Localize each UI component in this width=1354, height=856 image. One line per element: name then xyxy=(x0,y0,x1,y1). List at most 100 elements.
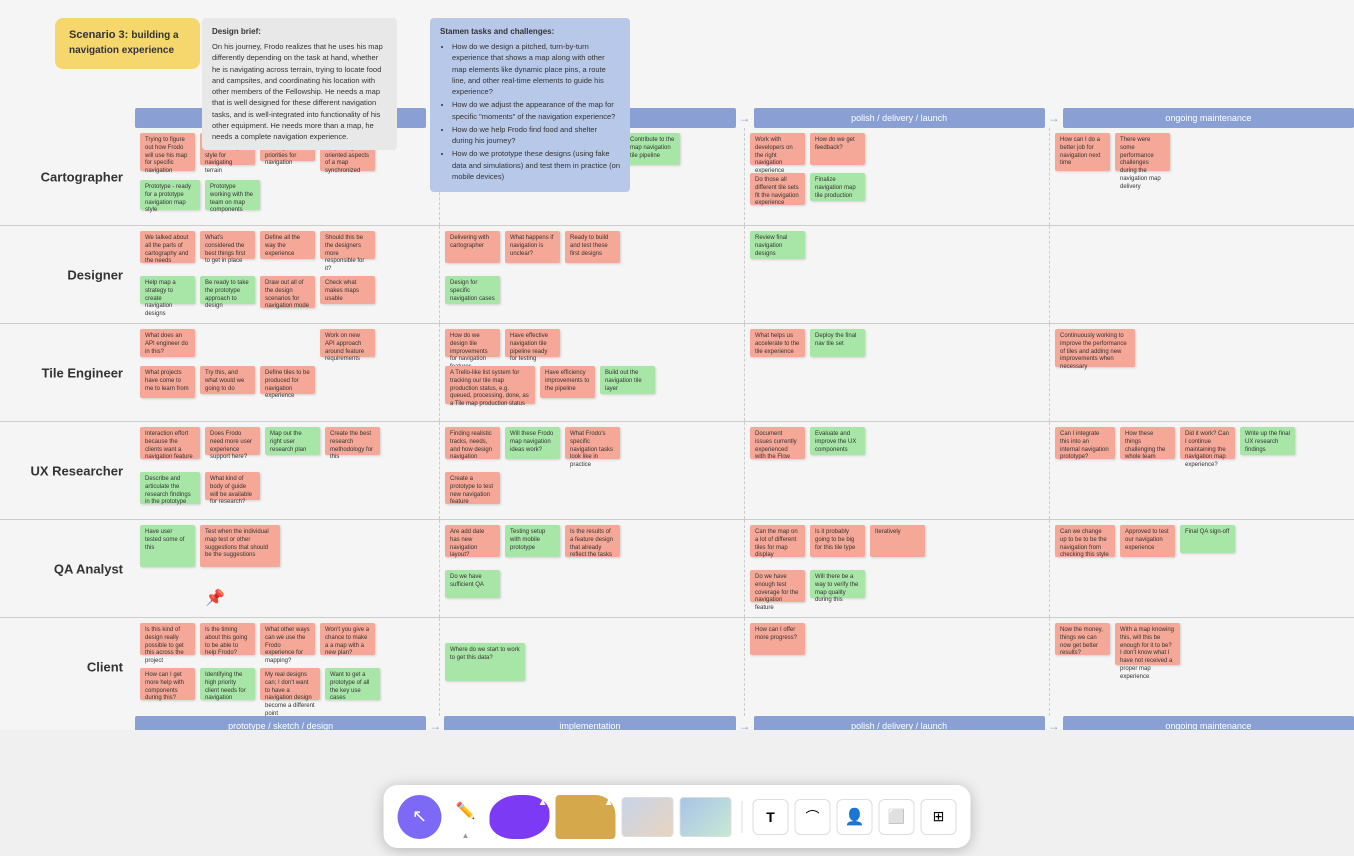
row-content-qa-analyst: Have user tested some of this Test when … xyxy=(135,520,1354,617)
sticky-note: Prototype - ready for a prototype naviga… xyxy=(140,180,200,210)
phase-col-tile-1: What does an API engineer do in this? Wh… xyxy=(135,324,440,421)
row-label-qa-analyst: QA Analyst xyxy=(0,561,135,576)
frame-icon: ⬜ xyxy=(888,808,905,825)
phase-col-ux-1: Interaction effort because the clients w… xyxy=(135,422,440,519)
sticky-note: Is it probably going to be big for this … xyxy=(810,525,865,557)
rows-area: Cartographer Trying to figure out how Fr… xyxy=(0,128,1354,622)
sticky-note: Continuously working to improve the perf… xyxy=(1055,329,1135,367)
phase-col-cartographer-4: How can I do a better job for navigation… xyxy=(1050,128,1354,225)
pen-icon: ✏️ xyxy=(456,801,476,821)
sticky-note: What other ways can we use the Frodo exp… xyxy=(260,623,315,655)
phase-col-tile-2: How do we design tile improvements for n… xyxy=(440,324,745,421)
row-label-client: Client xyxy=(0,660,135,675)
toolbar-divider xyxy=(742,801,743,833)
sticky-note: Delivering with cartographer xyxy=(445,231,500,263)
text-icon: T xyxy=(766,809,775,825)
phase-header-bottom-4: ongoing maintenance xyxy=(1063,716,1354,730)
sticky-note: How do we design tile improvements for n… xyxy=(445,329,500,357)
thumb-map-1[interactable] xyxy=(622,797,674,837)
path-tool-button[interactable]: ⌒ xyxy=(795,799,831,835)
task-item: How do we help Frodo find food and shelt… xyxy=(452,124,620,147)
text-tool-button[interactable]: T xyxy=(753,799,789,835)
phase-col-client-1: Is this kind of design really possible t… xyxy=(135,618,440,716)
sticky-note: Can we change up to be to be the navigat… xyxy=(1055,525,1115,557)
sticky-note: Interaction effort because the clients w… xyxy=(140,427,200,459)
sticky-note: Won't you give a chance to make a a map … xyxy=(320,623,375,655)
sticky-note: Will these Frodo map navigation ideas wo… xyxy=(505,427,560,459)
phase-col-tile-3: What helps us accelerate to the tile exp… xyxy=(745,324,1050,421)
pen-tool-button[interactable]: ✏️ xyxy=(448,793,484,829)
stamen-tasks-list: How do we design a pitched, turn-by-turn… xyxy=(440,41,620,182)
pen-tool-section: ✏️ ▲ xyxy=(448,793,484,840)
sticky-note: Build out the navigation tile layer xyxy=(600,366,655,394)
sticky-note: What's considered the best things first … xyxy=(200,231,255,259)
sticky-note: A Trello-like list system for tracking o… xyxy=(445,366,535,404)
sticky-note: Document issues currently experienced wi… xyxy=(750,427,805,459)
sticky-note: Will there be a way to verify the map qu… xyxy=(810,570,865,598)
sticky-note: Approved to test our navigation experien… xyxy=(1120,525,1175,557)
sticky-note: Can the map on a lot of different tiles … xyxy=(750,525,805,557)
phase-header-4: ongoing maintenance xyxy=(1063,108,1354,128)
table-icon: ⊞ xyxy=(933,808,945,825)
blob-arrow: ▲ xyxy=(538,797,548,808)
sticky-note: Where do we start to work to get this da… xyxy=(445,643,525,681)
sticky-note: Help map a strategy to create navigation… xyxy=(140,276,195,304)
table-tool-button[interactable]: ⊞ xyxy=(921,799,957,835)
phase-headers-bottom: prototype / sketch / design → implementa… xyxy=(135,716,1354,730)
sticky-note: Want to get a prototype of all the key u… xyxy=(325,668,380,700)
sticky-note: What kind of body of guide will be avail… xyxy=(205,472,260,500)
sticky-note: What helps us accelerate to the tile exp… xyxy=(750,329,805,357)
phase-col-ux-2: Finding realistic tracks, needs, and how… xyxy=(440,422,745,519)
sticky-note: Define all the way the experience xyxy=(260,231,315,259)
row-label-ux-researcher: UX Researcher xyxy=(0,463,135,478)
sticky-note: Is the results of a feature design that … xyxy=(565,525,620,557)
sticky-note: Draw out all of the design scenarios for… xyxy=(260,276,315,308)
row-content-client: Is this kind of design really possible t… xyxy=(135,618,1354,716)
phase-col-qa-3: Can the map on a lot of different tiles … xyxy=(745,520,1050,617)
path-icon: ⌒ xyxy=(806,807,820,827)
sticky-note: How these things challenging the whole t… xyxy=(1120,427,1175,459)
phase-header-bottom-3: polish / delivery / launch xyxy=(754,716,1045,730)
sticky-note: Work on new API approach around feature … xyxy=(320,329,375,357)
sticky-note: Is this kind of design really possible t… xyxy=(140,623,195,655)
sticky-note: Finalize navigation map tile production xyxy=(810,173,865,201)
phase-col-ux-4: Can I integrate this into an internal na… xyxy=(1050,422,1354,519)
design-brief-title: Design brief: xyxy=(212,26,387,38)
design-brief-content: On his journey, Frodo realizes that he u… xyxy=(212,41,387,142)
row-ux-researcher: UX Researcher Interaction effort because… xyxy=(0,422,1354,520)
shape-tan: ▲ xyxy=(556,795,616,839)
person-tool-button[interactable]: 👤 xyxy=(837,799,873,835)
tan-arrow: ▲ xyxy=(604,797,614,808)
emoji-pin: 📌 xyxy=(205,588,225,608)
phase-col-cartographer-3: Work with developers on the right naviga… xyxy=(745,128,1050,225)
sticky-note: Check what makes maps usable xyxy=(320,276,375,304)
sticky-note: Be ready to take the prototype approach … xyxy=(200,276,255,304)
row-content-ux-researcher: Interaction effort because the clients w… xyxy=(135,422,1354,519)
phase-col-qa-2: Are add date has new navigation layout? … xyxy=(440,520,745,617)
sticky-note: There were some performance challenges d… xyxy=(1115,133,1170,171)
sticky-note: Evaluate and improve the UX components xyxy=(810,427,865,455)
task-item: How do we prototype these designs (using… xyxy=(452,148,620,182)
sticky-note: Write up the final UX research findings xyxy=(1240,427,1295,455)
sticky-note: Do those all different tile sets fit the… xyxy=(750,173,805,205)
phase-col-designer-2: Delivering with cartographer What happen… xyxy=(440,226,745,323)
sticky-note: Do we have enough test coverage for the … xyxy=(750,570,805,602)
cursor-tool-button[interactable]: ↖ xyxy=(398,795,442,839)
sticky-note: Testing setup with mobile prototype xyxy=(505,525,560,557)
sticky-note: Prototype working with the team on map c… xyxy=(205,180,260,210)
sticky-note: Create a prototype to test new navigatio… xyxy=(445,472,500,504)
scenario-title: Scenario 3: building a navigation experi… xyxy=(69,28,186,59)
task-item: How do we design a pitched, turn-by-turn… xyxy=(452,41,620,97)
phase-col-client-3: How can I offer more progress? xyxy=(745,618,1050,716)
phase-col-qa-4: Can we change up to be to be the navigat… xyxy=(1050,520,1354,617)
sticky-note: Final QA sign-off xyxy=(1180,525,1235,553)
sticky-note: Have effective navigation tile pipeline … xyxy=(505,329,560,357)
sticky-note: How do we get feedback? xyxy=(810,133,865,165)
phase-col-designer-3: Review final navigation designs xyxy=(745,226,1050,323)
row-content-designer: We talked about all the parts of cartogr… xyxy=(135,226,1354,323)
thumb-map-2[interactable] xyxy=(680,797,732,837)
phase-header-bottom-2: implementation xyxy=(444,716,735,730)
sticky-note: Deploy the final nav tile set xyxy=(810,329,865,357)
frame-tool-button[interactable]: ⬜ xyxy=(879,799,915,835)
row-label-tile-engineer: Tile Engineer xyxy=(0,365,135,380)
